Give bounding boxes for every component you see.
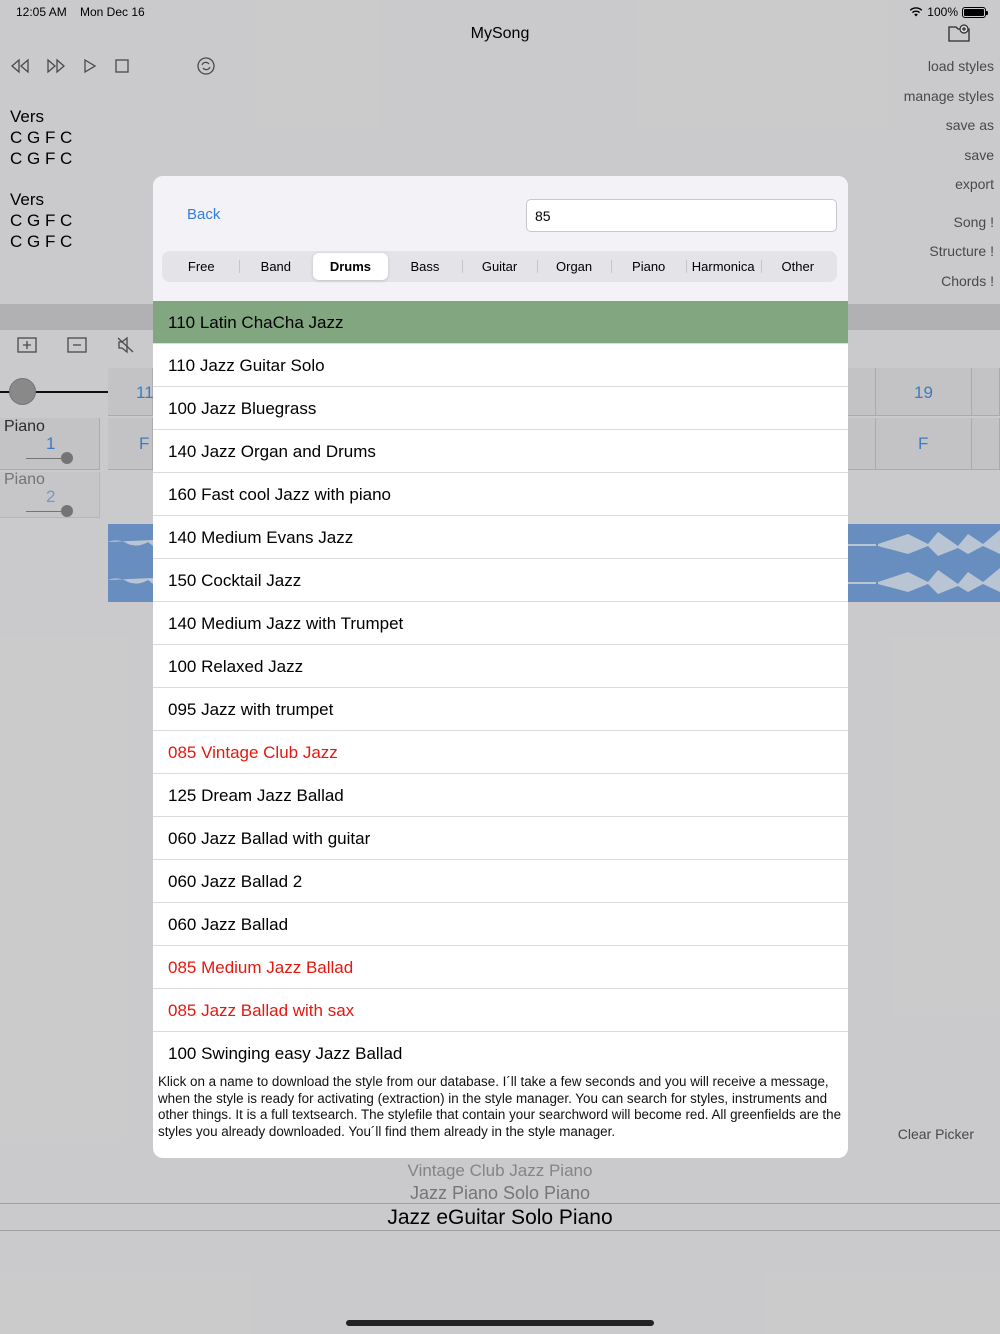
style-list-item[interactable]: 140 Medium Evans Jazz <box>153 516 848 559</box>
style-list-item[interactable]: 060 Jazz Ballad 2 <box>153 860 848 903</box>
style-list-item[interactable]: 140 Jazz Organ and Drums <box>153 430 848 473</box>
tab-guitar[interactable]: Guitar <box>462 253 537 280</box>
style-list-item[interactable]: 060 Jazz Ballad with guitar <box>153 817 848 860</box>
style-list-item[interactable]: 085 Medium Jazz Ballad <box>153 946 848 989</box>
tab-other[interactable]: Other <box>760 253 836 280</box>
style-list-item[interactable]: 100 Swinging easy Jazz Ballad <box>153 1032 848 1063</box>
help-text: Klick on a name to download the style fr… <box>158 1074 842 1139</box>
style-list-item[interactable]: 085 Jazz Ballad with sax <box>153 989 848 1032</box>
style-list[interactable]: 110 Latin ChaCha Jazz 110 Jazz Guitar Sol… <box>153 301 848 1063</box>
search-input[interactable] <box>526 199 837 232</box>
style-list-item[interactable]: 110 Jazz Guitar Solo <box>153 344 848 387</box>
back-button[interactable]: Back <box>187 206 220 223</box>
style-list-item[interactable]: 095 Jazz with trumpet <box>153 688 848 731</box>
dialog-header: Back Free Band Drums Bass Guitar Organ P… <box>153 176 848 301</box>
style-list-item[interactable]: 125 Dream Jazz Ballad <box>153 774 848 817</box>
tab-free[interactable]: Free <box>164 253 239 280</box>
style-list-item[interactable]: 110 Latin ChaCha Jazz <box>153 301 848 344</box>
tab-bass[interactable]: Bass <box>388 253 463 280</box>
style-list-item[interactable]: 100 Relaxed Jazz <box>153 645 848 688</box>
tab-piano[interactable]: Piano <box>611 253 686 280</box>
style-list-item[interactable]: 140 Medium Jazz with Trumpet <box>153 602 848 645</box>
style-list-item[interactable]: 100 Jazz Bluegrass <box>153 387 848 430</box>
tab-organ[interactable]: Organ <box>536 253 612 280</box>
style-list-item[interactable]: 160 Fast cool Jazz with piano <box>153 473 848 516</box>
style-list-item[interactable]: 150 Cocktail Jazz <box>153 559 848 602</box>
style-download-dialog: Back Free Band Drums Bass Guitar Organ P… <box>153 176 848 1158</box>
tab-drums[interactable]: Drums <box>313 253 388 280</box>
tab-band[interactable]: Band <box>238 253 314 280</box>
category-segmented-control: Free Band Drums Bass Guitar Organ Piano … <box>162 251 837 282</box>
style-list-item[interactable]: 060 Jazz Ballad <box>153 903 848 946</box>
tab-harmonica[interactable]: Harmonica <box>685 253 761 280</box>
home-indicator <box>346 1320 654 1326</box>
style-list-item[interactable]: 085 Vintage Club Jazz <box>153 731 848 774</box>
